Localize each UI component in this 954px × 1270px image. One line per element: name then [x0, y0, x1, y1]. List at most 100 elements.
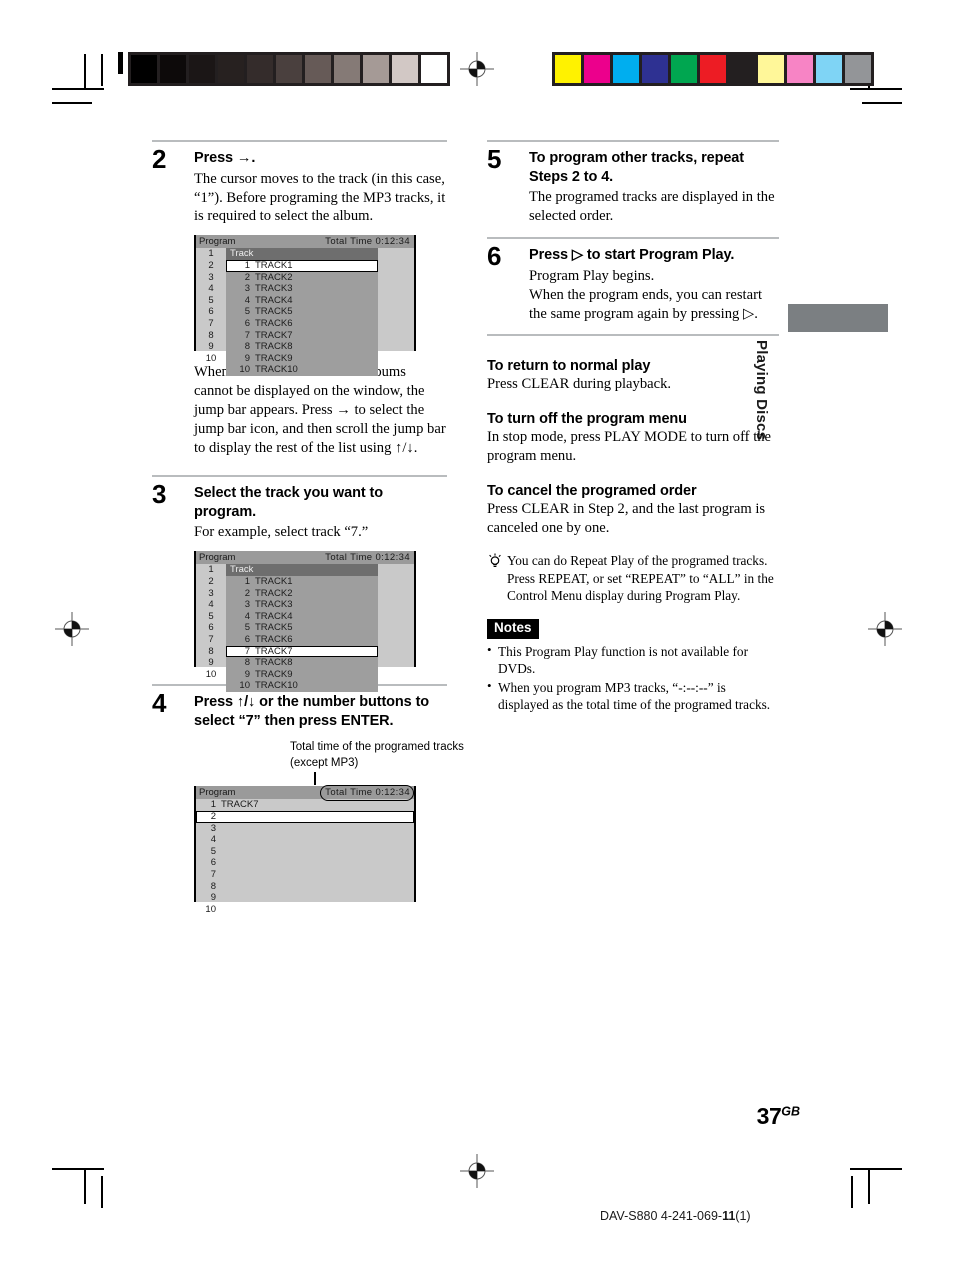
osd-program-slot-number: 4: [210, 834, 216, 846]
page-number-value: 37: [756, 1103, 782, 1129]
osd-titlebar: Program Total Time 0:12:34: [196, 551, 414, 565]
osd-track-name: TRACK8: [255, 657, 293, 669]
osd-track-row[interactable]: 7 TRACK7: [226, 330, 378, 342]
osd-program-row[interactable]: 6: [196, 857, 414, 869]
color-swatch: [671, 55, 697, 83]
osd-track-number: 4: [244, 294, 250, 306]
crop-mark-tr-h: [850, 88, 902, 90]
osd-program-track-name: [216, 857, 221, 868]
osd-track-row[interactable]: 6 TRACK6: [226, 318, 378, 330]
crop-mark-tl-v2: [101, 54, 103, 86]
osd-program-slot-number: 6: [208, 306, 214, 318]
step-5-title: To program other tracks, repeat Steps 2 …: [529, 150, 744, 185]
osd-track-row[interactable]: 5 TRACK5: [226, 622, 378, 634]
osd-program-row[interactable]: 3: [196, 823, 414, 835]
notes-list: This Program Play function is not availa…: [487, 642, 779, 713]
grayscale-swatch: [276, 55, 302, 83]
osd-track-number: 6: [244, 633, 250, 645]
crop-mark-br-v2: [851, 1176, 853, 1208]
osd-track-name: TRACK4: [255, 610, 293, 622]
registration-mark-top: [460, 52, 494, 86]
osd-track-row[interactable]: 4 TRACK4: [226, 295, 378, 307]
osd-track-row[interactable]: 2 TRACK2: [226, 272, 378, 284]
step-3-body: For example, select track “7.”: [194, 524, 369, 541]
step-4-number: 4: [152, 688, 166, 719]
note-item: This Program Play function is not availa…: [487, 642, 779, 678]
grayscale-swatch: [392, 55, 418, 83]
osd-screen-step3: Program Total Time 0:12:34 1 2 3 4 5 6 7 8 9 10 T…: [194, 551, 416, 692]
crop-mark-tl-v: [84, 54, 86, 90]
grayscale-swatch: [160, 55, 186, 83]
osd-track-row[interactable]: 10 TRACK10: [226, 364, 378, 376]
osd-track-row[interactable]: 2 TRACK2: [226, 588, 378, 600]
osd-track-number: 1: [244, 575, 250, 587]
osd-track-number: 6: [244, 318, 250, 330]
osd-program-row[interactable]: 4: [196, 834, 414, 846]
osd-track-name: TRACK4: [255, 294, 293, 306]
osd-program-row[interactable]: 1 TRACK7: [196, 799, 414, 811]
osd-program-slot-number: 6: [210, 857, 216, 869]
registration-mark-right: [868, 612, 902, 646]
osd-track-name: TRACK7: [255, 645, 293, 657]
imprint-suffix: (1): [735, 1209, 751, 1223]
crop-mark-bl-v2: [101, 1176, 103, 1208]
osd-track-row[interactable]: 8 TRACK8: [226, 657, 378, 669]
step-4: 4 Press ↑/↓ or the number buttons to sel…: [152, 686, 464, 916]
osd-program-slot-number: 2: [208, 260, 214, 272]
osd-track-row[interactable]: 3 TRACK3: [226, 599, 378, 611]
crop-mark-br-h: [850, 1168, 902, 1170]
color-swatch: [613, 55, 639, 83]
osd-track-row[interactable]: 9 TRACK9: [226, 353, 378, 365]
osd-track-number: 5: [244, 306, 250, 318]
color-swatch: [584, 55, 610, 83]
osd-program-slot-number: 10: [205, 903, 216, 915]
section-return-to-normal-play: To return to normal play Press CLEAR dur…: [487, 358, 779, 394]
notes-block: Notes This Program Play function is not …: [487, 619, 779, 713]
osd-program-slot-number: 9: [210, 892, 216, 904]
osd-track-row[interactable]: 1 TRACK1: [226, 576, 378, 588]
osd-track-number: 1: [244, 260, 250, 272]
osd-program-row[interactable]: 7: [196, 869, 414, 881]
step-6-title: Press ▷ to start Program Play.: [529, 247, 735, 264]
step-5-number: 5: [487, 144, 501, 174]
color-swatch: [555, 55, 581, 83]
osd-track-name: TRACK3: [255, 283, 293, 295]
section-heading: To return to normal play: [487, 358, 651, 375]
color-swatch: [845, 55, 871, 83]
osd-program-slot-number: 2: [210, 811, 216, 823]
color-swatch: [700, 55, 726, 83]
osd-program-row[interactable]: 8: [196, 881, 414, 893]
osd-track-row-selected[interactable]: 1 TRACK1: [226, 260, 378, 272]
osd-program-slot-number: 9: [208, 341, 214, 353]
osd-track-row[interactable]: 8 TRACK8: [226, 341, 378, 353]
osd-track-row-selected[interactable]: 7 TRACK7: [226, 645, 378, 658]
grayscale-swatch: [189, 55, 215, 83]
osd-program-row[interactable]: 10: [196, 904, 414, 916]
osd-program-row-selected[interactable]: 2: [196, 811, 414, 823]
grayscale-swatch: [218, 55, 244, 83]
color-swatch: [758, 55, 784, 83]
osd-track-row[interactable]: 4 TRACK4: [226, 611, 378, 623]
osd-program-slot-number: 1: [208, 248, 214, 260]
osd-track-number: 4: [244, 610, 250, 622]
osd-track-name: TRACK3: [255, 599, 293, 611]
osd-program-track-name: [216, 846, 221, 857]
grayscale-swatch: [334, 55, 360, 83]
osd-program-slot-number: 7: [208, 633, 214, 645]
osd-program-row[interactable]: 9: [196, 892, 414, 904]
osd-track-row[interactable]: 9 TRACK9: [226, 669, 378, 681]
osd-program-row[interactable]: 5: [196, 846, 414, 858]
osd-program-slot-number: 1: [208, 564, 214, 576]
osd-track-row[interactable]: 5 TRACK5: [226, 306, 378, 318]
section-turn-off-program-menu: To turn off the program menu In stop mod…: [487, 411, 779, 466]
osd-program-track-name: [216, 834, 221, 845]
osd-program-track-name: [216, 869, 221, 880]
osd-program-slot-number: 10: [205, 668, 217, 680]
imprint-prefix: DAV-S880 4-241-069-: [600, 1209, 723, 1223]
osd-track-number: 10: [239, 364, 250, 376]
osd-track-row[interactable]: 3 TRACK3: [226, 283, 378, 295]
crop-mark-tl-bleed: [118, 52, 123, 74]
osd-track-row[interactable]: 6 TRACK6: [226, 634, 378, 646]
crop-mark-bl-h: [52, 1168, 104, 1170]
osd-track-name: TRACK2: [255, 271, 293, 283]
